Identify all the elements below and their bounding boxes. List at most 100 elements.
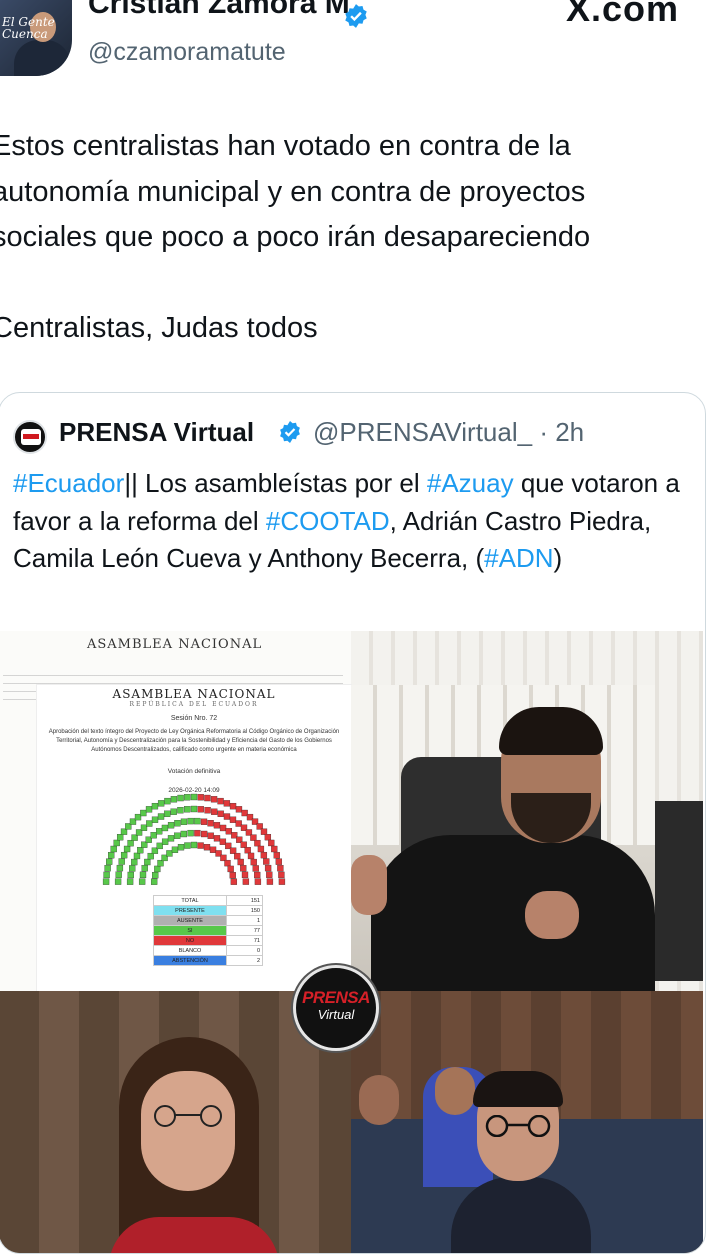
quoted-author-handle-time[interactable]: @PRENSAVirtual_ · 2h bbox=[313, 417, 584, 448]
seat-mark bbox=[156, 842, 163, 850]
seat-mark bbox=[200, 818, 208, 825]
author-handle[interactable]: @czamoramatute bbox=[88, 38, 286, 67]
seat-mark bbox=[139, 871, 147, 879]
seat-mark bbox=[213, 822, 221, 829]
seat-mark bbox=[197, 794, 204, 801]
seat-mark bbox=[167, 822, 175, 829]
seat-mark bbox=[147, 852, 154, 860]
seat-mark bbox=[194, 817, 201, 825]
vote-result-row: SI 77 bbox=[153, 925, 263, 936]
seat-mark bbox=[230, 878, 238, 885]
vote-document-image[interactable]: ASAMBLEA NACIONAL REPÚBLICA DEL ECUADOR … bbox=[37, 685, 351, 997]
seat-mark bbox=[260, 851, 268, 859]
seat-mark bbox=[104, 865, 111, 872]
seat-mark bbox=[197, 842, 204, 849]
seat-mark bbox=[277, 865, 284, 872]
seat-mark bbox=[187, 829, 194, 837]
hashtag-link[interactable]: #Ecuador bbox=[13, 468, 124, 498]
seat-mark bbox=[123, 845, 131, 853]
seat-mark bbox=[152, 872, 159, 879]
seat-mark bbox=[140, 809, 147, 817]
seat-mark bbox=[116, 864, 124, 872]
seat-mark bbox=[241, 809, 248, 817]
seat-mark bbox=[254, 871, 261, 879]
seat-mark bbox=[219, 838, 227, 845]
author-avatar[interactable]: El Gente Cuenca bbox=[0, 0, 72, 76]
seat-mark bbox=[273, 852, 280, 859]
quoted-text-segment: || Los asambleístas por el bbox=[124, 468, 427, 498]
seat-mark bbox=[278, 871, 285, 879]
hashtag-link[interactable]: #Azuay bbox=[427, 468, 514, 498]
photo-anthony-becerra[interactable] bbox=[351, 991, 703, 1253]
seat-mark bbox=[264, 834, 272, 841]
seat-mark bbox=[177, 794, 184, 802]
hashtag-link[interactable]: #ADN bbox=[484, 543, 553, 573]
seat-mark bbox=[235, 820, 242, 827]
quoted-tweet-card[interactable]: PRENSA Virtual @PRENSAVirtual_ · 2h #Ecu… bbox=[0, 392, 706, 1254]
photo-adrian-castro[interactable] bbox=[351, 685, 655, 991]
prensa-virtual-logo: PRENSA Virtual bbox=[293, 965, 379, 1051]
seat-mark bbox=[116, 834, 124, 841]
seat-mark bbox=[263, 858, 270, 865]
seat-mark bbox=[144, 858, 151, 866]
seat-mark bbox=[268, 839, 275, 847]
seat-mark bbox=[200, 830, 208, 838]
seat-mark bbox=[180, 830, 188, 838]
hashtag-link[interactable]: #COOTAD bbox=[266, 506, 390, 536]
seat-mark bbox=[223, 800, 231, 807]
seat-mark bbox=[237, 858, 244, 866]
seat-mark bbox=[157, 800, 165, 807]
seat-mark bbox=[171, 846, 179, 853]
seat-mark bbox=[217, 797, 224, 805]
seat-mark bbox=[105, 858, 113, 865]
seat-mark bbox=[164, 810, 171, 817]
seat-mark bbox=[108, 852, 115, 859]
seat-mark bbox=[207, 820, 214, 827]
seat-mark bbox=[118, 858, 125, 865]
seat-mark bbox=[133, 852, 141, 860]
seat-mark bbox=[250, 834, 257, 841]
seat-mark bbox=[177, 807, 184, 814]
seat-mark bbox=[110, 845, 117, 853]
seat-mark bbox=[146, 820, 153, 827]
seat-mark bbox=[194, 829, 201, 837]
vote-result-row: TOTAL 151 bbox=[153, 895, 263, 906]
seat-mark bbox=[141, 865, 148, 872]
seat-mark bbox=[229, 816, 237, 823]
seat-mark bbox=[213, 835, 221, 842]
seat-mark bbox=[234, 852, 241, 860]
seat-mark bbox=[127, 871, 134, 879]
seat-mark bbox=[207, 832, 214, 839]
seat-mark bbox=[235, 806, 243, 813]
quoted-author-name[interactable]: PRENSA Virtual bbox=[59, 417, 254, 448]
seat-mark bbox=[174, 832, 181, 839]
seat-mark bbox=[229, 802, 237, 810]
seat-mark bbox=[254, 878, 262, 885]
verified-badge-icon bbox=[280, 421, 300, 443]
seat-mark bbox=[204, 794, 211, 802]
seat-mark bbox=[138, 878, 146, 885]
seat-mark bbox=[187, 817, 194, 825]
vote-result-row: AUSENTE 1 bbox=[153, 915, 263, 926]
seat-mark bbox=[219, 824, 227, 832]
seat-mark bbox=[184, 806, 191, 813]
seat-mark bbox=[278, 878, 286, 885]
seat-mark bbox=[242, 878, 250, 885]
quoted-author-avatar[interactable] bbox=[13, 420, 47, 454]
quoted-tweet-text: #Ecuador|| Los asambleístas por el #Azua… bbox=[13, 465, 693, 578]
seat-mark bbox=[190, 793, 198, 801]
x-logo-icon: X.com bbox=[566, 0, 680, 29]
quoted-author-handle: @PRENSAVirtual_ bbox=[313, 417, 533, 447]
author-name[interactable]: Cristian Zamora M bbox=[88, 0, 350, 21]
vote-result-row: BLANCO 0 bbox=[153, 945, 263, 956]
seat-mark bbox=[240, 865, 247, 872]
seat-mark bbox=[204, 807, 211, 814]
avatar-overlay-text: El Gente Cuenca bbox=[2, 15, 55, 41]
seat-mark bbox=[131, 858, 138, 866]
vote-result-row: ABSTENCIÓN 2 bbox=[153, 955, 263, 966]
seat-mark bbox=[151, 802, 159, 810]
seat-mark bbox=[102, 878, 110, 885]
seat-mark bbox=[264, 864, 272, 872]
tweet-text: Estos centralistas han votado en contra … bbox=[0, 130, 591, 344]
seat-mark bbox=[127, 839, 134, 847]
